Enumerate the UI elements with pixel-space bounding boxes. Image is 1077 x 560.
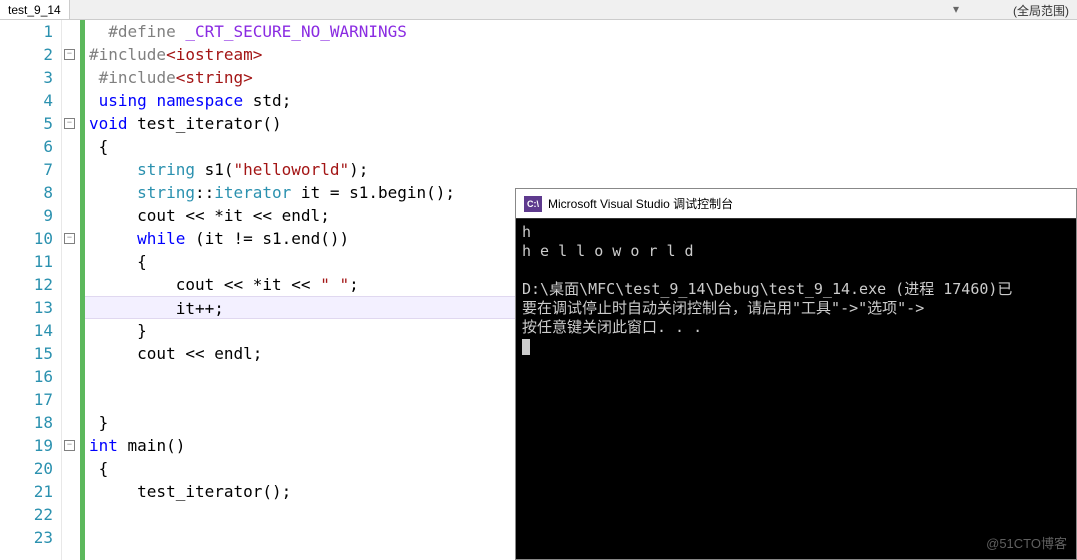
scope-dropdown[interactable]: (全局范围): [1005, 0, 1077, 19]
line-number: 20: [0, 457, 53, 480]
console-title-bar[interactable]: C:\ Microsoft Visual Studio 调试控制台: [516, 189, 1076, 219]
code-line[interactable]: using namespace std;: [85, 89, 1077, 112]
scope-label: (全局范围): [1013, 4, 1069, 18]
console-title-text: Microsoft Visual Studio 调试控制台: [548, 195, 733, 212]
line-number: 12: [0, 273, 53, 296]
fold-toggle-icon[interactable]: −: [64, 49, 75, 60]
line-number: 4: [0, 89, 53, 112]
line-number: 6: [0, 135, 53, 158]
tab-dropdown-icon[interactable]: ▾: [947, 0, 965, 19]
code-line[interactable]: #define _CRT_SECURE_NO_WARNINGS: [85, 20, 1077, 43]
console-cursor: [522, 339, 530, 355]
fold-toggle-icon[interactable]: −: [64, 440, 75, 451]
console-icon: C:\: [524, 196, 542, 212]
code-line[interactable]: {: [85, 135, 1077, 158]
line-number: 7: [0, 158, 53, 181]
tab-label: test_9_14: [8, 3, 61, 17]
fold-column: − − − −: [62, 20, 80, 560]
line-number: 17: [0, 388, 53, 411]
line-number: 19: [0, 434, 53, 457]
line-number: 13: [0, 296, 53, 319]
fold-toggle-icon[interactable]: −: [64, 233, 75, 244]
line-number: 9: [0, 204, 53, 227]
line-number: 5: [0, 112, 53, 135]
code-line[interactable]: string s1("helloworld");: [85, 158, 1077, 181]
file-tab[interactable]: test_9_14: [0, 0, 70, 19]
console-body[interactable]: h h e l l o w o r l d D:\桌面\MFC\test_9_1…: [516, 219, 1076, 360]
fold-toggle-icon[interactable]: −: [64, 118, 75, 129]
line-number: 1: [0, 20, 53, 43]
code-line[interactable]: #include<string>: [85, 66, 1077, 89]
console-window[interactable]: C:\ Microsoft Visual Studio 调试控制台 h h e …: [515, 188, 1077, 560]
line-number: 14: [0, 319, 53, 342]
line-number: 2: [0, 43, 53, 66]
line-number: 15: [0, 342, 53, 365]
line-number: 16: [0, 365, 53, 388]
line-number: 10: [0, 227, 53, 250]
line-number: 8: [0, 181, 53, 204]
code-line[interactable]: void test_iterator(): [85, 112, 1077, 135]
line-number: 3: [0, 66, 53, 89]
line-number: 21: [0, 480, 53, 503]
line-number: 23: [0, 526, 53, 549]
line-number: 22: [0, 503, 53, 526]
watermark: @51CTO博客: [986, 533, 1067, 552]
code-line[interactable]: #include<iostream>: [85, 43, 1077, 66]
line-number-gutter: 1234567891011121314151617181920212223: [0, 20, 62, 560]
top-bar: test_9_14 ▾ (全局范围): [0, 0, 1077, 20]
line-number: 18: [0, 411, 53, 434]
line-number: 11: [0, 250, 53, 273]
